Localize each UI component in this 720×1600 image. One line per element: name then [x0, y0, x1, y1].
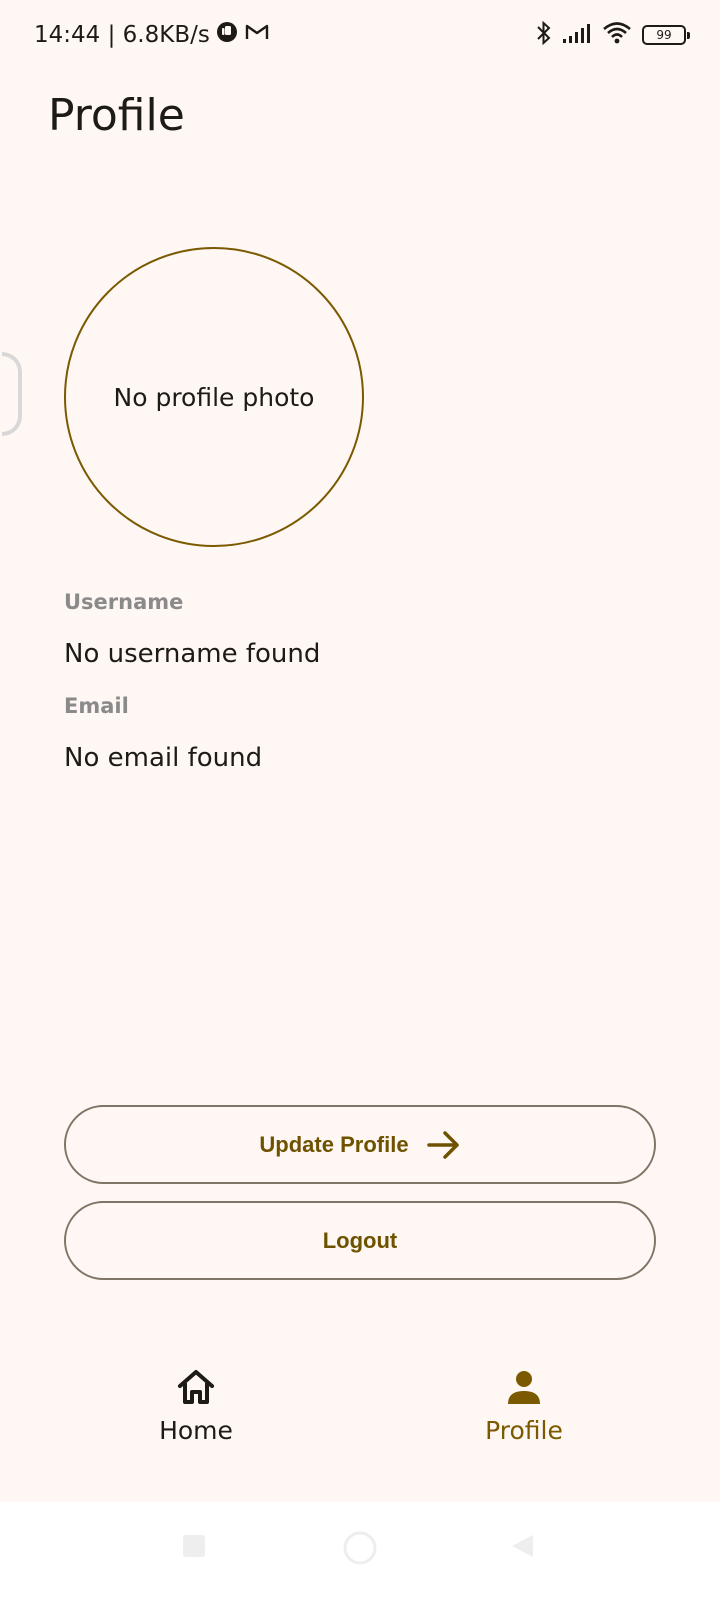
logout-label: Logout — [322, 1227, 398, 1253]
home-icon — [96, 1368, 296, 1406]
circle-home-icon[interactable] — [342, 1530, 378, 1570]
username-value: No username found — [64, 639, 321, 669]
logout-button[interactable]: Logout — [64, 1201, 656, 1280]
bottom-navigation: Home Profile — [0, 1340, 720, 1500]
update-profile-button[interactable]: Update Profile — [64, 1105, 656, 1184]
profile-screen: 14:44 | 6.8KB/s 99 Profile No profile ph… — [0, 0, 720, 1600]
status-time: 14:44 | 6.8KB/s — [34, 22, 210, 48]
avatar[interactable]: No profile photo — [64, 247, 364, 547]
status-bar: 14:44 | 6.8KB/s 99 — [0, 0, 720, 70]
gmail-icon — [244, 22, 270, 48]
nav-item-home[interactable]: Home — [96, 1368, 296, 1445]
arrow-right-icon — [426, 1130, 461, 1160]
page-title: Profile — [48, 90, 185, 141]
system-navigation-bar — [0, 1502, 720, 1600]
email-value: No email found — [64, 743, 263, 773]
status-left: 14:44 | 6.8KB/s — [34, 21, 270, 49]
triangle-back-icon[interactable] — [508, 1532, 536, 1564]
bluetooth-icon — [536, 20, 552, 50]
email-label: Email — [64, 694, 129, 718]
avatar-placeholder-text: No profile photo — [113, 382, 315, 412]
app-notification-icon — [216, 21, 238, 49]
nav-label-profile: Profile — [485, 1416, 563, 1445]
battery-icon: 99 — [642, 25, 690, 45]
status-right: 99 — [536, 20, 690, 50]
update-profile-label: Update Profile — [259, 1131, 409, 1157]
edge-swipe-handle[interactable] — [2, 352, 22, 436]
nav-label-home: Home — [159, 1416, 233, 1445]
nav-item-profile[interactable]: Profile — [424, 1368, 624, 1445]
person-icon — [424, 1368, 624, 1406]
square-recents-icon[interactable] — [180, 1532, 208, 1564]
signal-icon — [562, 22, 592, 48]
wifi-icon — [602, 21, 632, 49]
username-label: Username — [64, 590, 184, 614]
